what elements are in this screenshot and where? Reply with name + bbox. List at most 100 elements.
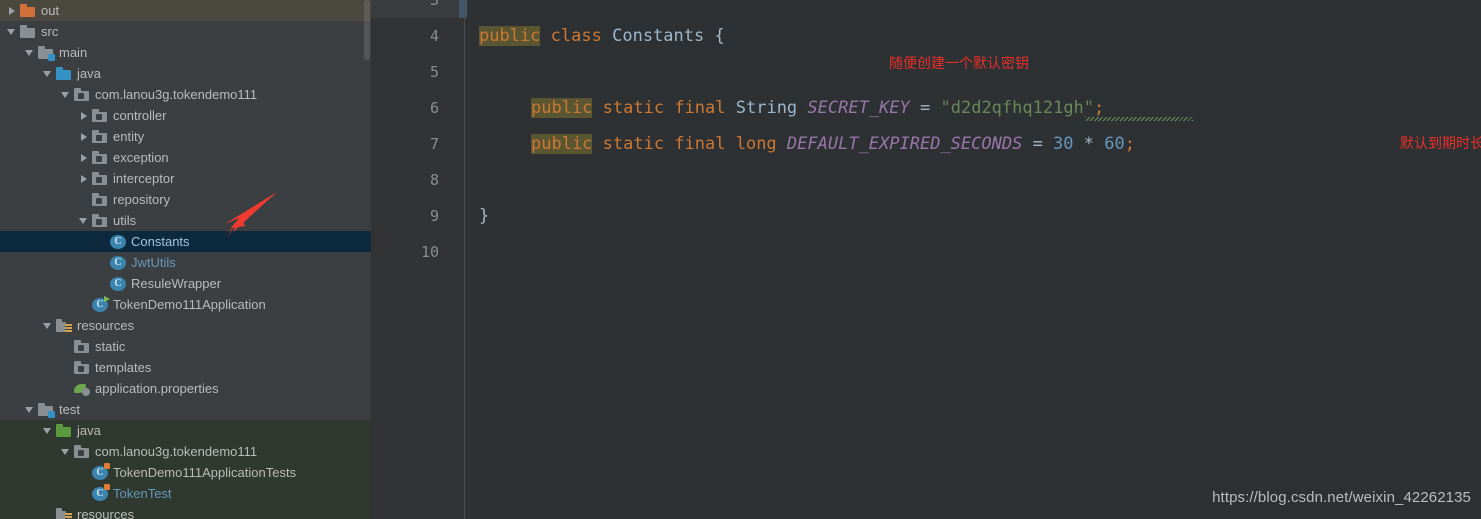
folder-icon [20,3,36,19]
tree-item-utils[interactable]: utils [0,210,371,231]
chevron-down-icon[interactable] [42,68,53,79]
code-content[interactable]: public class Constants { public static fi… [465,0,1481,519]
tree-item-repository[interactable]: repository [0,189,371,210]
code-line-7[interactable]: public static final long DEFAULT_EXPIRED… [531,126,1135,162]
tree-item-test[interactable]: test [0,399,371,420]
tree-item-entity[interactable]: entity [0,126,371,147]
folder-icon [20,24,36,40]
test-source-folder-icon [56,423,72,439]
project-tree[interactable]: out src main java com.lanou3g.tokendemo111 co… [0,0,371,519]
note-secret-key: 随便创建一个默认密钥 [889,56,1029,72]
line-number-4: 4 [429,27,439,45]
chevron-down-icon[interactable] [60,446,71,457]
chevron-down-icon[interactable] [6,26,17,37]
chevron-right-icon[interactable] [78,110,89,121]
tree-item-controller[interactable]: controller [0,105,371,126]
tree-item-com-lanou3g-tokendemo111[interactable]: com.lanou3g.tokendemo111 [0,441,371,462]
code-token: 30 [1053,134,1074,154]
chevron-down-icon[interactable] [42,320,53,331]
package-icon [74,444,90,460]
chevron-down-icon[interactable] [78,215,89,226]
tree-item-label: java [77,423,101,438]
tree-item-constants[interactable]: C Constants [0,231,371,252]
code-token: } [479,206,490,226]
tree-item-static[interactable]: static [0,336,371,357]
sidebar-scrollbar[interactable] [363,0,371,519]
line-number-gutter[interactable]: 3 4 5 6 7 8 9 10 [371,0,467,519]
code-token: static final [602,98,726,118]
sidebar-scrollbar-thumb[interactable] [364,0,370,60]
tree-item-resulewrapper[interactable]: C ResuleWrapper [0,273,371,294]
package-icon [74,360,90,376]
tree-item-label: controller [113,108,167,123]
tree-item-resources[interactable]: resources [0,504,371,519]
code-token: SECRET_KEY [807,98,910,118]
line-number-7: 7 [429,135,439,153]
tree-item-exception[interactable]: exception [0,147,371,168]
code-token: = [909,98,941,118]
package-icon [74,339,90,355]
tree-item-label: exception [113,150,169,165]
chevron-down-icon[interactable] [60,89,71,100]
test-root-folder-icon [38,402,55,418]
chevron-right-icon[interactable] [78,131,89,142]
line-number-5: 5 [429,63,439,81]
tree-item-label: static [95,339,126,354]
tree-item-label: main [59,45,88,60]
code-line-4[interactable]: public class Constants { [479,18,725,54]
code-token: class [550,26,602,46]
tree-item-src[interactable]: src [0,21,371,42]
tree-item-tokendemo111applicationtests[interactable]: C TokenDemo111ApplicationTests [0,462,371,483]
package-icon [74,87,90,103]
package-icon [92,129,108,145]
resources-root-icon [56,507,72,519]
chevron-right-icon[interactable] [78,173,89,184]
tree-item-tokendemo111application[interactable]: C TokenDemo111Application [0,294,371,315]
watermark-url: https://blog.csdn.net/weixin_42262135 [1212,489,1471,506]
code-token: public [531,134,593,154]
chevron-down-icon[interactable] [42,425,53,436]
java-class-icon: C [110,234,126,249]
line-number-9: 9 [429,207,439,225]
tree-item-label: test [59,402,80,417]
tree-item-main[interactable]: main [0,42,371,63]
chevron-down-icon[interactable] [24,47,35,58]
tree-item-label: repository [113,192,171,207]
line-number-3: 3 [429,0,439,9]
tree-item-resources[interactable]: resources [0,315,371,336]
package-icon [92,108,108,124]
tree-item-jwtutils[interactable]: C JwtUtils [0,252,371,273]
project-tool-window[interactable]: out src main java com.lanou3g.tokendemo111 co… [0,0,371,519]
tree-item-interceptor[interactable]: interceptor [0,168,371,189]
code-token: DEFAULT_EXPIRED_SECONDS [786,134,1023,154]
java-test-class-icon: C [92,483,110,501]
tree-item-application-properties[interactable]: application.properties [0,378,371,399]
code-line-9[interactable]: } [479,198,489,234]
tree-item-java[interactable]: java [0,63,371,84]
tree-item-label: src [41,24,59,39]
chevron-right-icon[interactable] [6,5,17,16]
chevron-down-icon[interactable] [24,404,35,415]
editor-pane[interactable]: 3 4 5 6 7 8 9 10 public class Constants {public… [371,0,1481,519]
tree-item-templates[interactable]: templates [0,357,371,378]
java-class-icon: C [110,255,126,270]
tree-item-java[interactable]: java [0,420,371,441]
tree-item-label: TokenDemo111Application [113,297,266,312]
current-line-gutter-highlight [371,0,459,18]
tree-item-label: application.properties [95,381,219,396]
tree-item-label: java [77,66,101,81]
tree-item-com-lanou3g-tokendemo111[interactable]: com.lanou3g.tokendemo111 [0,84,371,105]
chevron-right-icon[interactable] [78,152,89,163]
code-token: static final long [602,134,777,154]
tree-item-out[interactable]: out [0,0,371,21]
code-line-6[interactable]: public static final String SECRET_KEY = … [531,90,1104,126]
tree-item-tokentest[interactable]: C TokenTest [0,483,371,504]
